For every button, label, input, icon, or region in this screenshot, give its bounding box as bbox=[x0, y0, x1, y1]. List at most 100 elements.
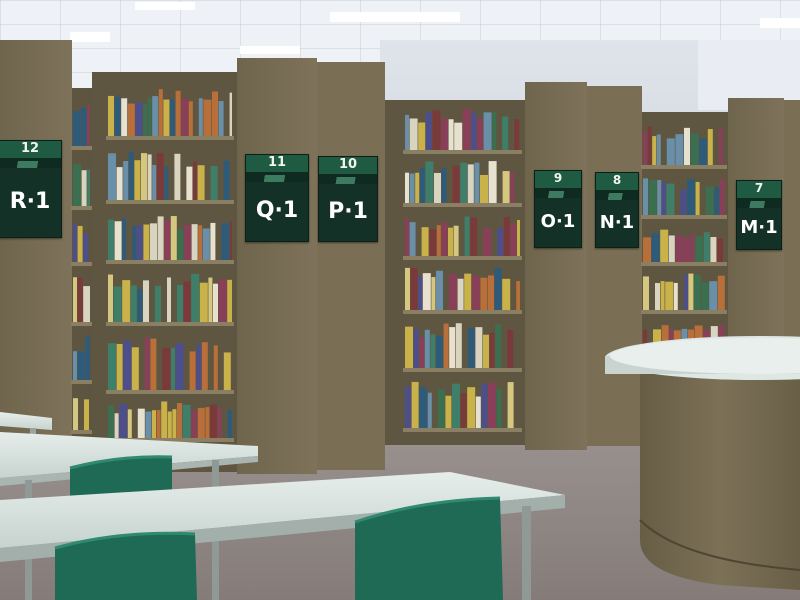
stack-end-panel bbox=[237, 58, 317, 474]
green-chair bbox=[54, 531, 197, 600]
book-spine bbox=[467, 387, 476, 428]
book-spine bbox=[464, 273, 472, 310]
book-spine bbox=[123, 161, 129, 200]
book-spine bbox=[77, 351, 85, 380]
book-spine bbox=[114, 413, 119, 438]
book-spine bbox=[108, 274, 113, 322]
book-spine bbox=[186, 166, 193, 200]
book-spine bbox=[157, 216, 164, 260]
book-spine bbox=[87, 105, 90, 146]
book-spine bbox=[432, 110, 441, 150]
book-spine bbox=[517, 219, 520, 256]
book-spine bbox=[656, 134, 661, 165]
book-spine bbox=[483, 112, 492, 150]
book-spine bbox=[73, 351, 77, 380]
shelf-board bbox=[71, 430, 92, 434]
book-spine bbox=[430, 334, 436, 368]
stack-sign-10: 10 P·1 bbox=[318, 156, 378, 242]
shelf-board bbox=[403, 150, 522, 154]
book-spine bbox=[495, 324, 502, 368]
shelf-board bbox=[403, 428, 522, 432]
book-spine bbox=[454, 122, 463, 150]
shelf-board bbox=[71, 262, 92, 266]
book-spine bbox=[660, 229, 669, 262]
book-spine bbox=[81, 170, 87, 206]
book-spine bbox=[127, 103, 135, 136]
book-spine bbox=[418, 122, 426, 150]
shelf-board bbox=[71, 146, 92, 150]
book-spine bbox=[429, 229, 437, 256]
book-spine bbox=[114, 221, 122, 260]
sign-number: 8 bbox=[596, 173, 638, 193]
book-spine bbox=[457, 278, 464, 310]
book-spine bbox=[471, 275, 480, 310]
book-spine bbox=[158, 89, 163, 136]
book-spine bbox=[507, 329, 514, 368]
shelf-board bbox=[641, 310, 727, 314]
book-spine bbox=[502, 278, 511, 310]
book-spine bbox=[436, 270, 443, 310]
book-spine bbox=[203, 99, 212, 136]
book-spine bbox=[467, 164, 474, 203]
book-spine bbox=[688, 273, 694, 310]
book-spine bbox=[132, 226, 137, 260]
ceiling-light bbox=[135, 2, 195, 10]
book-spine bbox=[699, 138, 708, 165]
shelf-board bbox=[403, 256, 522, 260]
book-spine bbox=[405, 217, 409, 256]
book-spine bbox=[718, 128, 723, 165]
book-spine bbox=[170, 99, 175, 136]
book-spine bbox=[666, 138, 675, 165]
book-spine bbox=[643, 178, 648, 215]
book-spine bbox=[470, 217, 478, 256]
book-spine bbox=[143, 224, 150, 260]
book-spine bbox=[449, 274, 457, 310]
book-spine bbox=[449, 327, 456, 368]
book-spine bbox=[108, 404, 114, 438]
book-spine bbox=[202, 228, 210, 260]
book-spine bbox=[116, 343, 123, 390]
book-spine bbox=[150, 338, 157, 390]
book-spine bbox=[119, 403, 128, 438]
book-spine bbox=[181, 98, 189, 136]
book-spine bbox=[477, 118, 483, 150]
book-spine bbox=[405, 172, 409, 203]
book-spine bbox=[144, 337, 150, 390]
book-spine bbox=[443, 323, 449, 368]
book-spine bbox=[197, 165, 205, 200]
book-spine bbox=[510, 223, 517, 256]
book-spine bbox=[221, 223, 230, 260]
book-spine bbox=[452, 383, 460, 428]
book-spine bbox=[661, 182, 666, 215]
book-spine bbox=[489, 332, 495, 368]
sign-number: 10 bbox=[319, 157, 377, 177]
shelf-board bbox=[71, 380, 92, 384]
book-spine bbox=[83, 233, 89, 262]
book-spine bbox=[218, 279, 227, 322]
book-spine bbox=[425, 112, 432, 150]
book-spine bbox=[218, 101, 224, 136]
book-spine bbox=[156, 153, 164, 200]
book-spine bbox=[651, 233, 660, 262]
book-spine bbox=[212, 91, 218, 136]
book-spine bbox=[121, 98, 128, 136]
book-spine bbox=[436, 225, 441, 256]
book-spine bbox=[680, 189, 687, 215]
book-spine bbox=[424, 329, 430, 368]
book-spine bbox=[683, 274, 688, 310]
book-spine bbox=[189, 351, 196, 390]
library-scene bbox=[0, 0, 800, 600]
ceiling-light bbox=[760, 18, 800, 28]
shelf-board bbox=[403, 368, 522, 372]
book-spine bbox=[709, 281, 718, 310]
book-spine bbox=[436, 335, 443, 368]
book-spine bbox=[80, 107, 87, 146]
book-spine bbox=[152, 164, 157, 200]
book-spine bbox=[198, 225, 203, 260]
book-spine bbox=[452, 165, 460, 203]
book-spine bbox=[717, 238, 723, 262]
book-spine bbox=[445, 395, 452, 428]
book-spine bbox=[73, 163, 81, 206]
book-spine bbox=[135, 102, 143, 136]
book-spine bbox=[421, 227, 429, 256]
